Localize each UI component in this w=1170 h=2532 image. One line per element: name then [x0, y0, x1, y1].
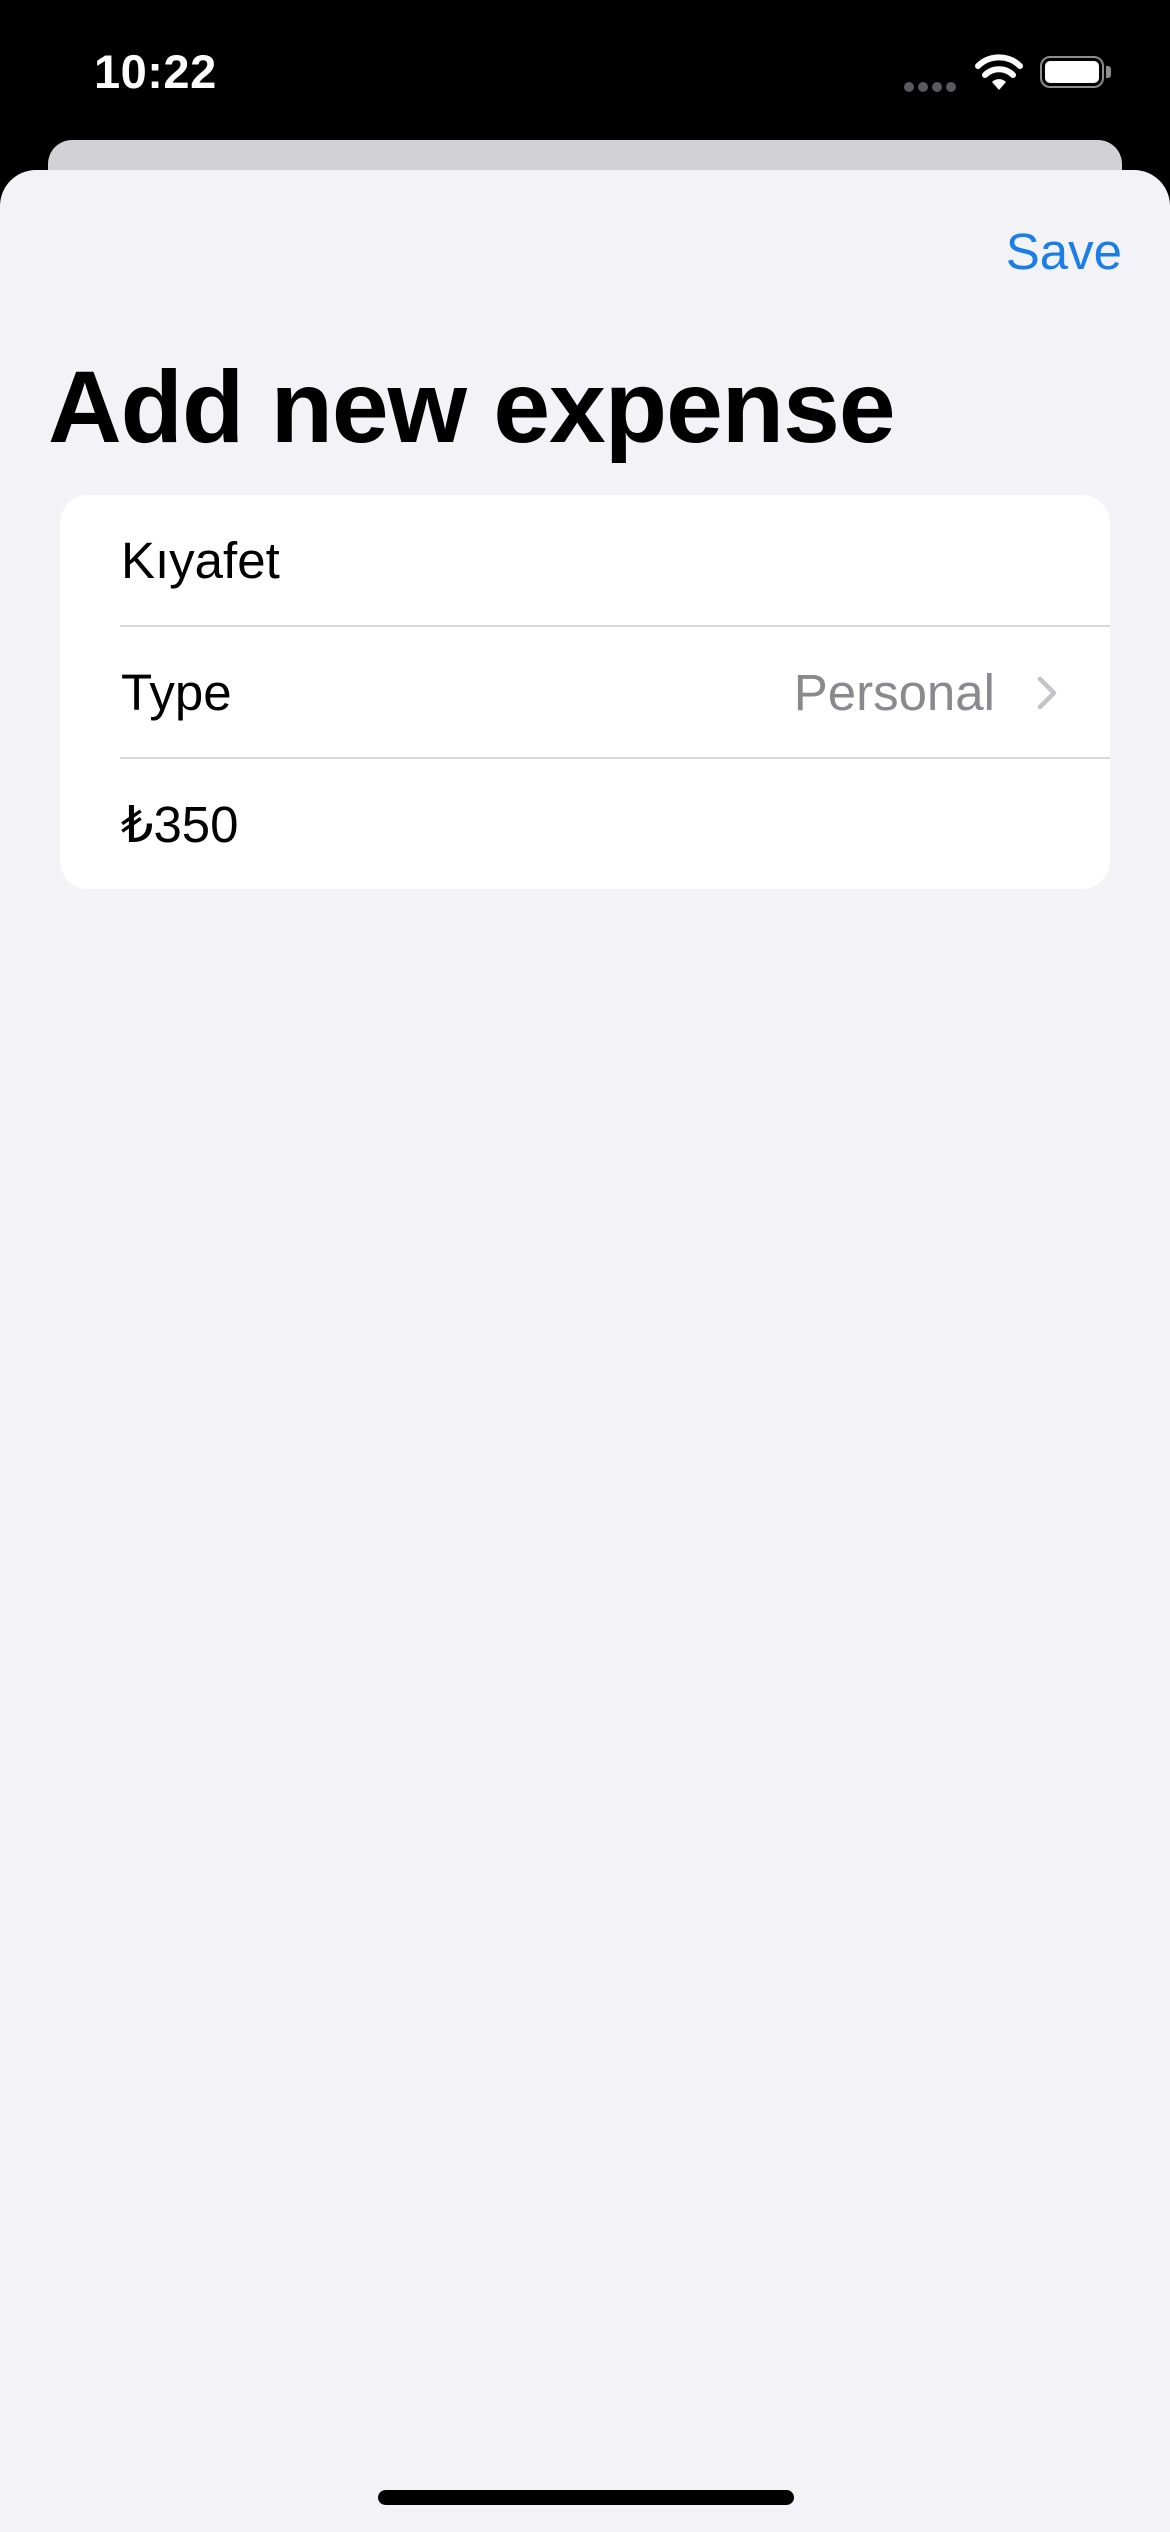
- wifi-icon: [975, 54, 1023, 90]
- name-field[interactable]: Kıyafet: [60, 495, 1110, 626]
- type-picker-row[interactable]: Type Personal: [60, 627, 1110, 758]
- page-title: Add new expense: [48, 350, 896, 464]
- chevron-right-icon: [1037, 676, 1057, 710]
- expense-form: Kıyafet Type Personal ₺350: [60, 495, 1110, 889]
- home-indicator[interactable]: [378, 2490, 794, 2505]
- battery-full-icon: [1040, 56, 1116, 92]
- status-time: 10:22: [94, 45, 217, 98]
- status-bar: 10:22: [0, 0, 1170, 140]
- amount-field-value[interactable]: ₺350: [121, 759, 239, 889]
- type-label: Type: [121, 664, 232, 721]
- type-selected-value[interactable]: Personal: [794, 627, 995, 758]
- amount-field[interactable]: ₺350: [60, 759, 1110, 889]
- save-button[interactable]: Save: [1006, 226, 1122, 277]
- cellular-signal-icon: [904, 82, 958, 92]
- name-field-value[interactable]: Kıyafet: [121, 495, 280, 626]
- add-expense-sheet: Save Add new expense Kıyafet Type Person…: [0, 170, 1170, 2532]
